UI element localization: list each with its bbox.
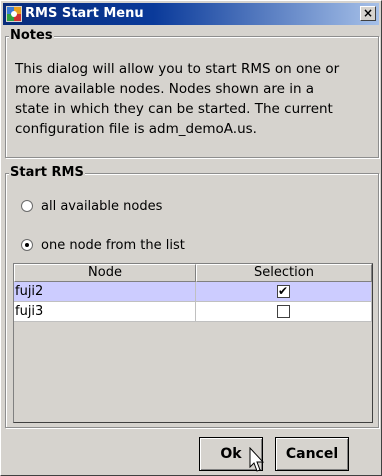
table-row[interactable]: fuji3 <box>14 302 372 322</box>
node-cell: fuji3 <box>14 302 196 322</box>
one-node-label: one node from the list <box>41 237 185 253</box>
selection-checkbox[interactable] <box>277 283 290 299</box>
title-bar[interactable]: RMS Start Menu × <box>3 3 379 25</box>
window-title: RMS Start Menu <box>25 6 144 21</box>
dialog-window: RMS Start Menu × Notes This dialog will … <box>0 0 382 476</box>
notes-legend: Notes <box>9 28 54 43</box>
close-button[interactable]: × <box>360 6 376 21</box>
start-rms-legend: Start RMS <box>9 165 85 180</box>
table-header: Node Selection <box>14 264 372 282</box>
notes-text: This dialog will allow you to start RMS … <box>15 59 367 139</box>
cancel-button[interactable]: Cancel <box>275 437 349 471</box>
notes-line: more available nodes. Nodes shown are in… <box>15 81 315 97</box>
rms-app-icon <box>6 6 22 22</box>
selection-cell <box>196 282 372 302</box>
option-all-nodes[interactable]: all available nodes <box>21 197 162 215</box>
selection-checkbox[interactable] <box>277 305 290 318</box>
option-one-node[interactable]: one node from the list <box>21 236 185 254</box>
one-node-radio[interactable] <box>21 239 33 251</box>
node-cell: fuji2 <box>14 282 196 302</box>
mouse-pointer-icon <box>249 447 265 472</box>
column-header-node[interactable]: Node <box>14 264 196 282</box>
table-row[interactable]: fuji2 <box>14 282 372 302</box>
column-header-selection[interactable]: Selection <box>196 264 372 282</box>
all-nodes-label: all available nodes <box>41 198 163 214</box>
notes-line: state in which they can be started. The … <box>15 101 333 117</box>
notes-line: This dialog will allow you to start RMS … <box>15 61 340 77</box>
close-icon: × <box>362 6 374 20</box>
all-nodes-radio[interactable] <box>21 200 33 212</box>
selection-cell <box>196 302 372 322</box>
notes-line: configuration file is adm_demoA.us. <box>15 121 257 137</box>
nodes-table: Node Selection fuji2 fuji3 <box>13 263 373 423</box>
